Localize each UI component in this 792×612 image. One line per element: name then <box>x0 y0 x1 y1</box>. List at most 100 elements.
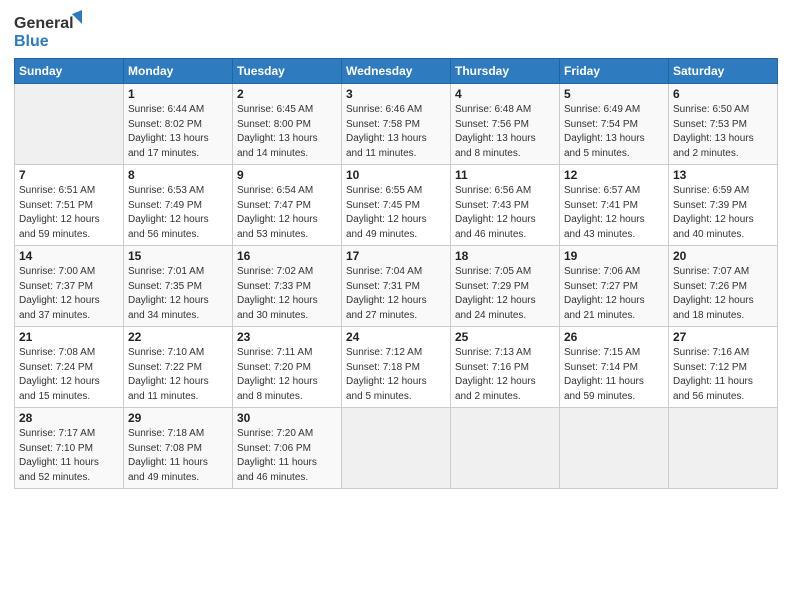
calendar-cell: 26 Sunrise: 7:15 AM Sunset: 7:14 PM Dayli… <box>560 327 669 408</box>
day-info: Sunrise: 7:04 AM Sunset: 7:31 PM Dayligh… <box>346 265 446 323</box>
calendar-cell <box>15 84 124 165</box>
svg-text:Blue: Blue <box>14 33 49 50</box>
day-info: Sunrise: 7:12 AM Sunset: 7:18 PM Dayligh… <box>346 346 446 404</box>
day-number: 28 <box>19 411 119 425</box>
calendar-cell: 30 Sunrise: 7:20 AM Sunset: 7:06 PM Dayli… <box>233 408 342 489</box>
day-info: Sunrise: 7:00 AM Sunset: 7:37 PM Dayligh… <box>19 265 119 323</box>
calendar-cell: 23 Sunrise: 7:11 AM Sunset: 7:20 PM Dayli… <box>233 327 342 408</box>
calendar-cell <box>669 408 778 489</box>
day-info: Sunrise: 7:18 AM Sunset: 7:08 PM Dayligh… <box>128 427 228 485</box>
calendar-header-thursday: Thursday <box>451 59 560 84</box>
calendar-header-saturday: Saturday <box>669 59 778 84</box>
day-info: Sunrise: 7:11 AM Sunset: 7:20 PM Dayligh… <box>237 346 337 404</box>
day-number: 23 <box>237 330 337 344</box>
calendar-cell: 4 Sunrise: 6:48 AM Sunset: 7:56 PM Daylig… <box>451 84 560 165</box>
calendar-cell: 2 Sunrise: 6:45 AM Sunset: 8:00 PM Daylig… <box>233 84 342 165</box>
calendar-header-wednesday: Wednesday <box>342 59 451 84</box>
day-number: 29 <box>128 411 228 425</box>
calendar-cell: 14 Sunrise: 7:00 AM Sunset: 7:37 PM Dayli… <box>15 246 124 327</box>
day-info: Sunrise: 7:05 AM Sunset: 7:29 PM Dayligh… <box>455 265 555 323</box>
day-info: Sunrise: 6:53 AM Sunset: 7:49 PM Dayligh… <box>128 184 228 242</box>
day-number: 14 <box>19 249 119 263</box>
calendar-cell: 19 Sunrise: 7:06 AM Sunset: 7:27 PM Dayli… <box>560 246 669 327</box>
calendar-cell: 7 Sunrise: 6:51 AM Sunset: 7:51 PM Daylig… <box>15 165 124 246</box>
day-number: 11 <box>455 168 555 182</box>
calendar-header-row: SundayMondayTuesdayWednesdayThursdayFrid… <box>15 59 778 84</box>
day-number: 2 <box>237 87 337 101</box>
day-info: Sunrise: 7:17 AM Sunset: 7:10 PM Dayligh… <box>19 427 119 485</box>
logo: GeneralBlue <box>14 10 84 52</box>
calendar-cell: 27 Sunrise: 7:16 AM Sunset: 7:12 PM Dayli… <box>669 327 778 408</box>
day-info: Sunrise: 7:08 AM Sunset: 7:24 PM Dayligh… <box>19 346 119 404</box>
calendar-cell: 18 Sunrise: 7:05 AM Sunset: 7:29 PM Dayli… <box>451 246 560 327</box>
calendar-cell: 21 Sunrise: 7:08 AM Sunset: 7:24 PM Dayli… <box>15 327 124 408</box>
day-number: 22 <box>128 330 228 344</box>
day-number: 27 <box>673 330 773 344</box>
calendar-week-row: 21 Sunrise: 7:08 AM Sunset: 7:24 PM Dayli… <box>15 327 778 408</box>
day-info: Sunrise: 6:59 AM Sunset: 7:39 PM Dayligh… <box>673 184 773 242</box>
day-number: 13 <box>673 168 773 182</box>
day-number: 8 <box>128 168 228 182</box>
day-number: 7 <box>19 168 119 182</box>
day-info: Sunrise: 7:02 AM Sunset: 7:33 PM Dayligh… <box>237 265 337 323</box>
calendar-cell: 6 Sunrise: 6:50 AM Sunset: 7:53 PM Daylig… <box>669 84 778 165</box>
calendar-cell: 16Sunrise: 7:02 AM Sunset: 7:33 PM Dayli… <box>233 246 342 327</box>
day-number: 3 <box>346 87 446 101</box>
day-number: 1 <box>128 87 228 101</box>
day-info: Sunrise: 6:48 AM Sunset: 7:56 PM Dayligh… <box>455 103 555 161</box>
day-number: 5 <box>564 87 664 101</box>
day-info: Sunrise: 6:54 AM Sunset: 7:47 PM Dayligh… <box>237 184 337 242</box>
day-info: Sunrise: 6:49 AM Sunset: 7:54 PM Dayligh… <box>564 103 664 161</box>
day-number: 24 <box>346 330 446 344</box>
svg-text:General: General <box>14 15 74 32</box>
calendar-cell: 1 Sunrise: 6:44 AM Sunset: 8:02 PM Daylig… <box>124 84 233 165</box>
day-number: 19 <box>564 249 664 263</box>
day-number: 4 <box>455 87 555 101</box>
calendar-cell: 25 Sunrise: 7:13 AM Sunset: 7:16 PM Dayli… <box>451 327 560 408</box>
calendar-header-monday: Monday <box>124 59 233 84</box>
day-number: 21 <box>19 330 119 344</box>
page: GeneralBlue SundayMondayTuesdayWednesday… <box>0 0 792 612</box>
calendar-cell: 17 Sunrise: 7:04 AM Sunset: 7:31 PM Dayli… <box>342 246 451 327</box>
day-number: 30 <box>237 411 337 425</box>
calendar-cell: 12Sunrise: 6:57 AM Sunset: 7:41 PM Dayli… <box>560 165 669 246</box>
calendar-cell: 29 Sunrise: 7:18 AM Sunset: 7:08 PM Dayli… <box>124 408 233 489</box>
calendar-cell: 9Sunrise: 6:54 AM Sunset: 7:47 PM Daylig… <box>233 165 342 246</box>
day-info: Sunrise: 6:57 AM Sunset: 7:41 PM Dayligh… <box>564 184 664 242</box>
day-info: Sunrise: 6:46 AM Sunset: 7:58 PM Dayligh… <box>346 103 446 161</box>
day-number: 6 <box>673 87 773 101</box>
logo-svg: GeneralBlue <box>14 10 84 52</box>
day-number: 15 <box>128 249 228 263</box>
calendar-cell <box>342 408 451 489</box>
calendar-table: SundayMondayTuesdayWednesdayThursdayFrid… <box>14 58 778 489</box>
day-info: Sunrise: 7:16 AM Sunset: 7:12 PM Dayligh… <box>673 346 773 404</box>
day-info: Sunrise: 7:20 AM Sunset: 7:06 PM Dayligh… <box>237 427 337 485</box>
day-info: Sunrise: 7:13 AM Sunset: 7:16 PM Dayligh… <box>455 346 555 404</box>
day-info: Sunrise: 6:50 AM Sunset: 7:53 PM Dayligh… <box>673 103 773 161</box>
calendar-cell: 28 Sunrise: 7:17 AM Sunset: 7:10 PM Dayli… <box>15 408 124 489</box>
day-number: 18 <box>455 249 555 263</box>
calendar-cell <box>451 408 560 489</box>
calendar-cell: 15 Sunrise: 7:01 AM Sunset: 7:35 PM Dayli… <box>124 246 233 327</box>
calendar-header-tuesday: Tuesday <box>233 59 342 84</box>
calendar-cell: 20Sunrise: 7:07 AM Sunset: 7:26 PM Dayli… <box>669 246 778 327</box>
day-info: Sunrise: 7:15 AM Sunset: 7:14 PM Dayligh… <box>564 346 664 404</box>
calendar-cell: 11 Sunrise: 6:56 AM Sunset: 7:43 PM Dayli… <box>451 165 560 246</box>
day-info: Sunrise: 6:55 AM Sunset: 7:45 PM Dayligh… <box>346 184 446 242</box>
calendar-cell: 10Sunrise: 6:55 AM Sunset: 7:45 PM Dayli… <box>342 165 451 246</box>
day-number: 25 <box>455 330 555 344</box>
day-info: Sunrise: 6:45 AM Sunset: 8:00 PM Dayligh… <box>237 103 337 161</box>
calendar-week-row: 1 Sunrise: 6:44 AM Sunset: 8:02 PM Daylig… <box>15 84 778 165</box>
day-info: Sunrise: 6:44 AM Sunset: 8:02 PM Dayligh… <box>128 103 228 161</box>
day-number: 17 <box>346 249 446 263</box>
day-info: Sunrise: 6:51 AM Sunset: 7:51 PM Dayligh… <box>19 184 119 242</box>
day-number: 26 <box>564 330 664 344</box>
calendar-header-friday: Friday <box>560 59 669 84</box>
calendar-week-row: 28 Sunrise: 7:17 AM Sunset: 7:10 PM Dayli… <box>15 408 778 489</box>
day-info: Sunrise: 7:06 AM Sunset: 7:27 PM Dayligh… <box>564 265 664 323</box>
day-info: Sunrise: 6:56 AM Sunset: 7:43 PM Dayligh… <box>455 184 555 242</box>
calendar-cell: 8 Sunrise: 6:53 AM Sunset: 7:49 PM Daylig… <box>124 165 233 246</box>
calendar-cell: 3 Sunrise: 6:46 AM Sunset: 7:58 PM Daylig… <box>342 84 451 165</box>
header: GeneralBlue <box>14 10 778 52</box>
day-info: Sunrise: 7:01 AM Sunset: 7:35 PM Dayligh… <box>128 265 228 323</box>
